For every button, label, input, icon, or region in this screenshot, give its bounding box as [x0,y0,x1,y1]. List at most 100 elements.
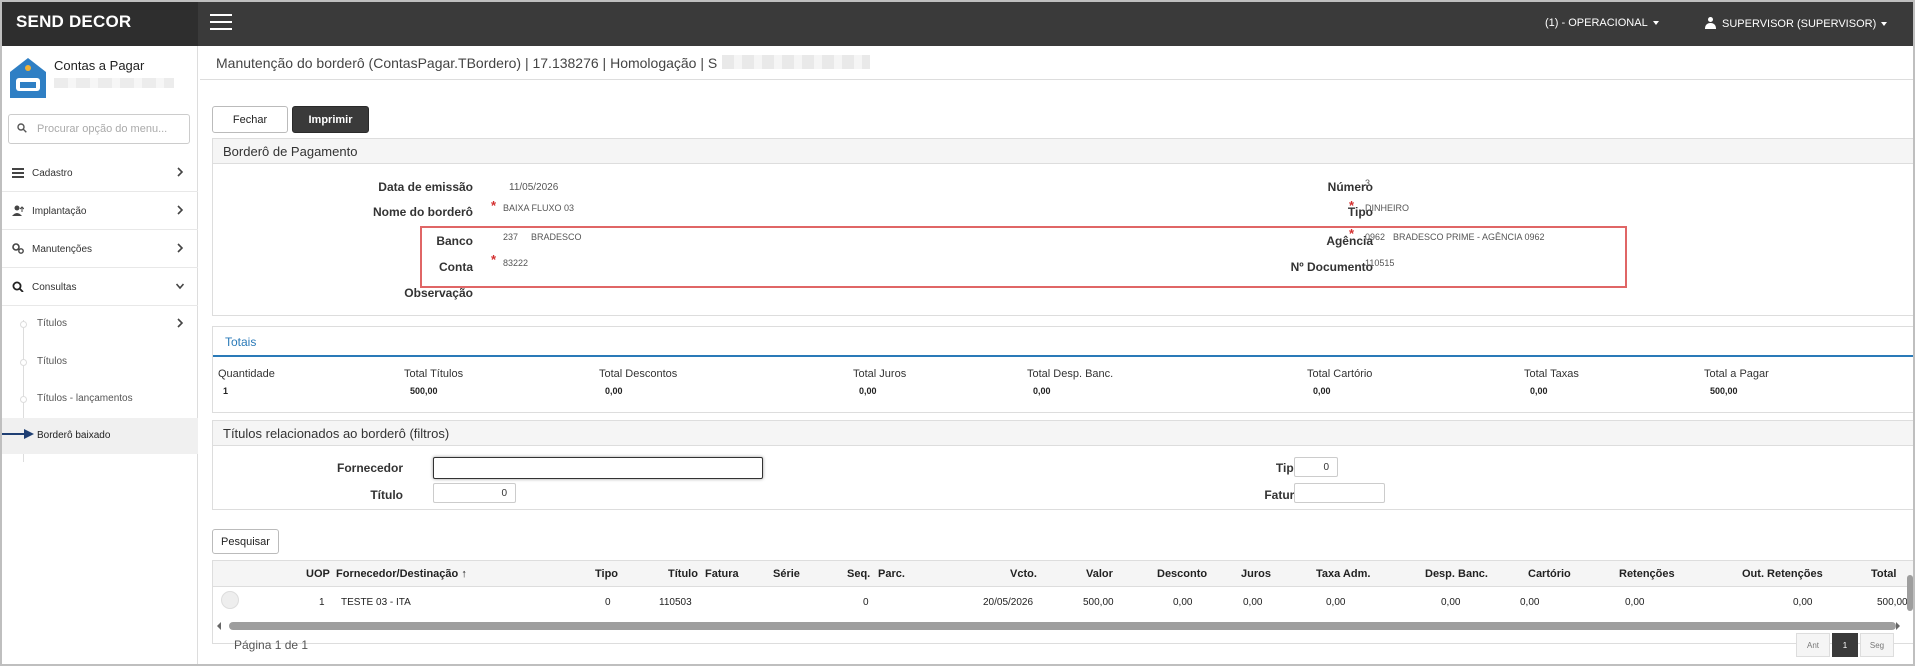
fornecedor-input[interactable] [433,457,763,479]
sidebar-subitem-label: Títulos [37,356,68,367]
menu-search-input[interactable] [37,121,185,137]
table-cell: 1 [319,597,325,608]
sidebar-item-consultas[interactable]: Consultas [2,268,198,306]
total-label: Total Títulos [404,368,464,380]
scroll-right-icon[interactable] [1894,621,1902,631]
gears-icon [12,243,24,254]
sidebar-item-manutencoes[interactable]: Manutenções [2,230,198,268]
fatura-filter-label: Fatura [1264,488,1301,502]
total-label: Quantidade [218,368,275,380]
prev-page-button[interactable]: Ant [1796,633,1830,657]
table-cell: 20/05/2026 [983,597,1034,608]
user-label: SUPERVISOR (SUPERVISOR) [1722,18,1877,30]
horizontal-scrollbar[interactable] [213,619,1913,633]
conta-value[interactable]: 83222 [503,258,528,268]
next-page-button[interactable]: Seg [1860,633,1894,657]
total-label: Total Descontos [599,368,678,380]
search-icon [17,123,27,133]
banco-label: Banco [436,234,473,248]
column-header[interactable]: Out. Retenções [1742,568,1823,580]
total-value: 0,00 [1033,386,1051,396]
scrollbar-thumb[interactable] [1907,575,1913,611]
table-header: UOP Fornecedor/Destinação ↑ Tipo Título … [213,561,1913,587]
agencia-name: BRADESCO PRIME - AGÊNCIA 0962 [1393,232,1545,242]
column-header[interactable]: Série [773,568,800,580]
chevron-right-icon [177,243,184,253]
agencia-code[interactable]: 0962 [1365,232,1385,242]
module-header: Contas a Pagar [8,56,194,106]
chevron-right-icon [177,318,184,328]
totais-tab[interactable]: Totais [213,327,1913,357]
column-header[interactable]: Valor [1086,568,1113,580]
table-cell: 110503 [659,597,692,608]
scrollbar-thumb[interactable] [229,622,1896,630]
table-cell: 0,00 [1173,597,1193,608]
observacao-label: Observação [404,286,473,300]
tipo-value[interactable]: DINHEIRO [1365,203,1409,213]
titles-table: UOP Fornecedor/Destinação ↑ Tipo Título … [212,560,1913,644]
column-header[interactable]: Tipo [595,568,618,580]
total-label: Total a Pagar [1704,368,1769,380]
sidebar-subitem-bordero-baixado[interactable]: Borderô baixado [2,418,198,454]
user-menu[interactable]: SUPERVISOR (SUPERVISOR) [1705,17,1888,30]
column-header[interactable]: Fatura [705,568,739,580]
pagination-text: Página 1 de 1 [234,638,309,652]
search-button[interactable]: Pesquisar [212,529,279,554]
scroll-left-icon[interactable] [215,621,223,631]
table-cell: 500,00 [1877,597,1908,608]
bullet-dot [20,321,27,328]
required-marker: * [1349,226,1355,241]
column-header[interactable]: Vcto. [1010,568,1037,580]
sidebar-subitem-titulos-2[interactable]: Títulos [2,344,198,380]
row-action-icon[interactable] [221,591,239,609]
column-header-label: Fornecedor/Destinação [336,568,459,580]
banco-code[interactable]: 237 [503,232,518,242]
user-upload-icon [12,205,24,216]
company-selector[interactable]: (1) - OPERACIONAL [1545,17,1659,29]
numero-label: Número [1327,180,1373,194]
print-button[interactable]: Imprimir [292,106,369,133]
sidebar-subitem-label: Borderô baixado [37,430,111,441]
vertical-scrollbar[interactable] [1904,561,1913,633]
data-emissao-value[interactable]: 11/05/2026 [509,182,558,193]
documento-value[interactable]: 110515 [1365,258,1394,268]
total-label: Total Desp. Banc. [1027,368,1114,380]
column-header[interactable]: UOP [306,568,330,580]
current-page-button[interactable]: 1 [1832,633,1858,657]
column-header[interactable]: Desconto [1157,568,1207,580]
total-label: Total Taxas [1524,368,1579,380]
tipo-filter-input[interactable] [1294,457,1338,477]
column-header[interactable]: Juros [1241,568,1271,580]
column-header[interactable]: Desp. Banc. [1425,568,1488,580]
required-marker: * [491,198,497,213]
hamburger-menu-icon[interactable] [210,14,232,32]
total-value: 0,00 [859,386,877,396]
menu-search[interactable] [8,114,190,144]
column-header[interactable]: Título [668,568,698,580]
column-header[interactable]: Total [1871,568,1896,580]
sidebar-subitem-titulos[interactable]: Títulos [2,306,198,342]
app-window: SEND DECOR (1) - OPERACIONAL SUPERVISOR … [0,0,1915,666]
page-title: Manutenção do borderô (ContasPagar.TBord… [216,55,718,71]
bordero-panel: Borderô de Pagamento Data de emissão 11/… [212,138,1913,316]
nome-bordero-value[interactable]: BAIXA FLUXO 03 [503,203,574,213]
titulo-input[interactable] [433,483,516,503]
close-button[interactable]: Fechar [212,106,288,133]
column-header[interactable]: Retenções [1619,568,1675,580]
column-header[interactable]: Seq. [847,568,870,580]
caret-down-icon [1652,21,1659,26]
table-cell[interactable]: TESTE 03 - ITA [341,597,411,608]
fatura-filter-input[interactable] [1294,483,1385,503]
column-header[interactable]: Parc. [878,568,905,580]
sidebar-item-implantacao[interactable]: Implantação [2,192,198,230]
table-cell: 0,00 [1441,597,1461,608]
column-header[interactable]: Fornecedor/Destinação ↑ [336,568,467,580]
column-header[interactable]: Cartório [1528,568,1571,580]
module-title: Contas a Pagar [54,58,145,73]
column-header[interactable]: Taxa Adm. [1316,568,1370,580]
sidebar-item-label: Consultas [32,282,77,293]
titulo-label: Título [370,488,403,502]
sidebar-item-cadastro[interactable]: Cadastro [2,154,198,192]
sidebar-subitem-titulos-lancamentos[interactable]: Títulos - lançamentos [2,381,198,417]
sidebar-item-label: Manutenções [32,244,93,255]
